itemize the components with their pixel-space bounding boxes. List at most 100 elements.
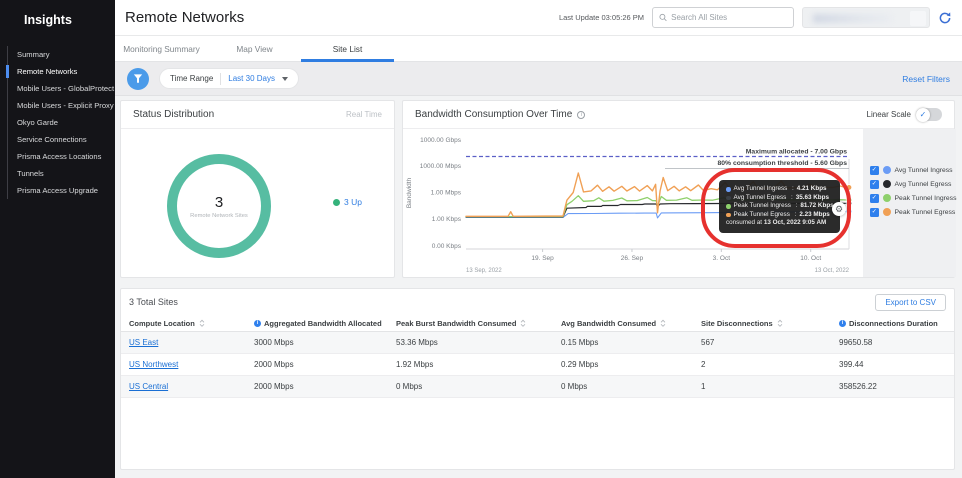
status-legend[interactable]: 3 Up bbox=[333, 197, 362, 207]
checkbox-checked-icon[interactable]: ✓ bbox=[870, 180, 879, 189]
column-header-disconnections-duration[interactable]: i Disconnections Duration bbox=[839, 319, 946, 328]
sidebar-item-mobile-users-explicit-proxy[interactable]: Mobile Users - Explicit Proxy bbox=[8, 97, 115, 114]
series-dot-icon bbox=[882, 180, 891, 189]
legend-label: Avg Tunnel Ingress bbox=[894, 166, 953, 174]
tooltip-separator: : bbox=[789, 193, 793, 201]
export-csv-button[interactable]: Export to CSV bbox=[875, 293, 946, 311]
reset-filters-link[interactable]: Reset Filters bbox=[902, 74, 950, 84]
bandwidth-card-header: Bandwidth Consumption Over Time i Linear… bbox=[403, 101, 954, 129]
site-link[interactable]: US Northwest bbox=[129, 360, 178, 369]
up-status-dot-icon bbox=[333, 198, 340, 206]
cell-site-disconnections: 567 bbox=[701, 338, 715, 347]
checkbox-checked-icon[interactable]: ✓ bbox=[870, 166, 879, 175]
tooltip-row-peak-tunnel-ingress: Peak Tunnel Ingress : 81.72 Kbps bbox=[726, 202, 834, 211]
time-range-filter[interactable]: Time Range Last 30 Days bbox=[159, 68, 299, 89]
content-area: Status Distribution Real Time 3 Remote N… bbox=[115, 96, 962, 478]
column-header-compute-location[interactable]: Compute Location bbox=[129, 319, 254, 328]
redacted-tenant-selector[interactable] bbox=[802, 7, 930, 28]
column-label: Avg Bandwidth Consumed bbox=[561, 318, 657, 328]
redacted-text-blur bbox=[813, 14, 891, 23]
legend-label: Avg Tunnel Egress bbox=[894, 180, 952, 188]
refresh-icon[interactable] bbox=[938, 11, 952, 25]
tooltip-series-dot-icon bbox=[726, 187, 731, 192]
column-label: Compute Location bbox=[129, 318, 195, 328]
donut-count: 3 bbox=[214, 193, 224, 211]
info-icon[interactable]: i bbox=[839, 319, 846, 327]
sidebar-item-service-connections[interactable]: Service Connections bbox=[8, 131, 115, 148]
tab-site-list[interactable]: Site List bbox=[301, 36, 394, 62]
last-update-text: Last Update 03:05:26 PM bbox=[558, 13, 644, 22]
x-tick-label: 10. Oct bbox=[800, 255, 821, 262]
main-area: Remote Networks Last Update 03:05:26 PM … bbox=[115, 0, 962, 478]
info-icon[interactable]: i bbox=[577, 110, 586, 119]
checkbox-checked-icon[interactable]: ✓ bbox=[870, 194, 879, 203]
page-title: Remote Networks bbox=[125, 9, 245, 26]
gear-cursor-icon[interactable]: ⚙ bbox=[832, 202, 846, 216]
switch-knob-check-icon: ✓ bbox=[916, 107, 930, 122]
sort-icon[interactable] bbox=[659, 319, 667, 328]
sidebar-item-prisma-access-upgrade[interactable]: Prisma Access Upgrade bbox=[8, 182, 115, 199]
sidebar: Insights Summary Remote Networks Mobile Us… bbox=[0, 0, 115, 478]
tooltip-series-value: 81.72 Kbps bbox=[800, 202, 834, 210]
site-link[interactable]: US East bbox=[129, 338, 158, 347]
sidebar-item-okyo-garde[interactable]: Okyo Garde bbox=[8, 114, 115, 131]
legend-label: Peak Tunnel Ingress bbox=[894, 194, 957, 202]
bandwidth-card-body: Bandwidth 1000.00 Gbps 1000.00 Mbps 1.00 Mb… bbox=[403, 129, 957, 277]
tab-map-view[interactable]: Map View bbox=[208, 36, 301, 61]
tooltip-separator: : bbox=[790, 185, 794, 192]
search-icon bbox=[659, 13, 667, 22]
cell-compute-location[interactable]: US Central bbox=[129, 382, 254, 391]
cell-disconnections-duration: 399.44 bbox=[839, 360, 864, 369]
sidebar-item-mobile-users-globalprotect[interactable]: Mobile Users - GlobalProtect bbox=[8, 80, 115, 97]
column-header-avg-bandwidth-consumed[interactable]: Avg Bandwidth Consumed bbox=[561, 319, 701, 328]
x-tick-label: 19. Sep bbox=[531, 255, 554, 262]
info-icon[interactable]: i bbox=[254, 319, 261, 327]
sort-icon[interactable] bbox=[198, 319, 206, 328]
sort-icon[interactable] bbox=[776, 319, 784, 328]
y-tick-label: 1.00 Kbps bbox=[432, 216, 462, 223]
column-label: Aggregated Bandwidth Allocated bbox=[264, 318, 382, 328]
status-distribution-card: Status Distribution Real Time 3 Remote N… bbox=[120, 100, 395, 278]
cell-compute-location[interactable]: US Northwest bbox=[129, 360, 254, 369]
filter-button[interactable] bbox=[127, 67, 149, 90]
table-header-row: Compute Location i Aggregated Bandwidth Al… bbox=[121, 315, 954, 332]
site-link[interactable]: US Central bbox=[129, 382, 168, 391]
bandwidth-card-title: Bandwidth Consumption Over Time bbox=[415, 109, 573, 120]
checkbox-checked-icon[interactable]: ✓ bbox=[870, 208, 879, 217]
chart-legend-panel: ✓ Avg Tunnel Ingress ✓ Avg Tunnel Egress ✓ Pe… bbox=[863, 129, 957, 277]
table-row: US Central 2000 Mbps 0 Mbps 0 Mbps 1 358526.2… bbox=[121, 376, 954, 398]
sidebar-item-remote-networks[interactable]: Remote Networks bbox=[6, 63, 115, 80]
max-allocated-label: Maximum allocated - 7.00 Gbps bbox=[746, 148, 847, 155]
sidebar-item-prisma-access-locations[interactable]: Prisma Access Locations bbox=[8, 148, 115, 165]
cell-site-disconnections: 2 bbox=[701, 360, 706, 369]
tooltip-series-dot-icon bbox=[726, 212, 731, 218]
sort-icon[interactable] bbox=[519, 319, 527, 328]
time-range-value[interactable]: Last 30 Days bbox=[228, 74, 275, 83]
tooltip-series-label: Avg Tunnel Egress bbox=[733, 193, 787, 201]
sidebar-item-summary[interactable]: Summary bbox=[8, 46, 115, 63]
top-bar: Remote Networks Last Update 03:05:26 PM bbox=[115, 0, 962, 36]
app-window: Insights Summary Remote Networks Mobile Us… bbox=[0, 0, 962, 478]
column-header-aggregated-bandwidth-allocated[interactable]: i Aggregated Bandwidth Allocated bbox=[254, 319, 396, 328]
funnel-icon bbox=[133, 73, 143, 83]
filter-bar: Time Range Last 30 Days Reset Filters bbox=[115, 62, 962, 96]
column-header-site-disconnections[interactable]: Site Disconnections bbox=[701, 319, 839, 328]
status-donut-chart[interactable]: 3 Remote Network Sites bbox=[167, 154, 271, 258]
sidebar-item-tunnels[interactable]: Tunnels bbox=[8, 165, 115, 182]
y-tick-label: 1000.00 Mbps bbox=[420, 163, 462, 170]
donut-label: Remote Network Sites bbox=[190, 212, 248, 219]
search-box[interactable] bbox=[652, 7, 794, 28]
bandwidth-card: Bandwidth Consumption Over Time i Linear… bbox=[402, 100, 957, 278]
legend-item-peak-tunnel-egress: ✓ Peak Tunnel Egress bbox=[870, 208, 956, 217]
column-header-peak-burst-bandwidth-consumed[interactable]: Peak Burst Bandwidth Consumed bbox=[396, 319, 561, 328]
search-input[interactable] bbox=[671, 13, 787, 22]
status-card-title: Status Distribution bbox=[133, 109, 215, 120]
cell-disconnections-duration: 358526.22 bbox=[839, 382, 877, 391]
linear-scale-switch[interactable]: ✓ bbox=[916, 107, 942, 122]
series-dot-icon bbox=[882, 208, 891, 217]
tooltip-separator: : bbox=[793, 202, 798, 210]
series-end-marker-peak-tunnel-ingress bbox=[845, 196, 853, 204]
tab-monitoring-summary[interactable]: Monitoring Summary bbox=[115, 36, 208, 61]
y-tick-label: 1.00 Mbps bbox=[431, 190, 462, 197]
cell-compute-location[interactable]: US East bbox=[129, 338, 254, 347]
